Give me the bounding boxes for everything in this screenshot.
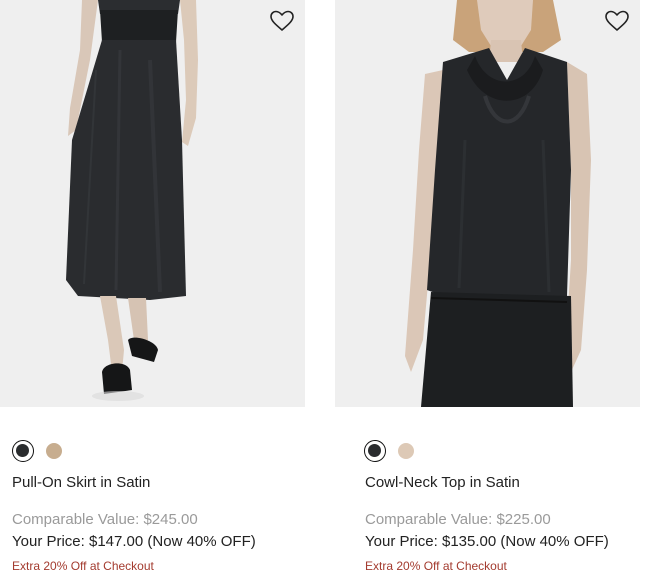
- your-price: Your Price: $135.00 (Now 40% OFF): [365, 533, 609, 550]
- your-price-amount: $147.00: [89, 533, 144, 550]
- product-title-link[interactable]: Cowl-Neck Top in Satin: [365, 474, 520, 491]
- comparable-amount: $245.00: [143, 511, 198, 528]
- promo-text: Extra 20% Off at Checkout: [365, 559, 507, 573]
- comparable-label: Comparable Value:: [365, 511, 497, 528]
- your-price: Your Price: $147.00 (Now 40% OFF): [12, 533, 256, 550]
- wishlist-heart-icon[interactable]: [269, 9, 295, 33]
- swatch-beige-color: [46, 443, 62, 459]
- comparable-amount: $225.00: [496, 511, 551, 528]
- top-photo: [335, 0, 640, 407]
- swatch-beige[interactable]: [395, 440, 417, 462]
- swatch-black-color: [16, 444, 29, 457]
- product-title-link[interactable]: Pull-On Skirt in Satin: [12, 474, 150, 491]
- product-image[interactable]: [335, 0, 640, 407]
- product-image[interactable]: [0, 0, 305, 407]
- discount-text: (Now 40% OFF): [147, 533, 256, 550]
- discount-text: (Now 40% OFF): [500, 533, 609, 550]
- your-price-amount: $135.00: [442, 533, 497, 550]
- your-price-label: Your Price:: [12, 533, 89, 550]
- swatch-beige[interactable]: [43, 440, 65, 462]
- your-price-label: Your Price:: [365, 533, 442, 550]
- product-card: Pull-On Skirt in Satin Comparable Value:…: [0, 0, 305, 573]
- swatch-black-color: [368, 444, 381, 457]
- comparable-label: Comparable Value:: [12, 511, 144, 528]
- comparable-value: Comparable Value: $225.00: [365, 511, 551, 528]
- swatch-black[interactable]: [364, 440, 386, 462]
- wishlist-heart-icon[interactable]: [604, 9, 630, 33]
- swatch-beige-color: [398, 443, 414, 459]
- product-card: Cowl-Neck Top in Satin Comparable Value:…: [335, 0, 640, 573]
- comparable-value: Comparable Value: $245.00: [12, 511, 198, 528]
- skirt-photo: [0, 0, 305, 407]
- promo-text: Extra 20% Off at Checkout: [12, 559, 154, 573]
- swatch-black[interactable]: [12, 440, 34, 462]
